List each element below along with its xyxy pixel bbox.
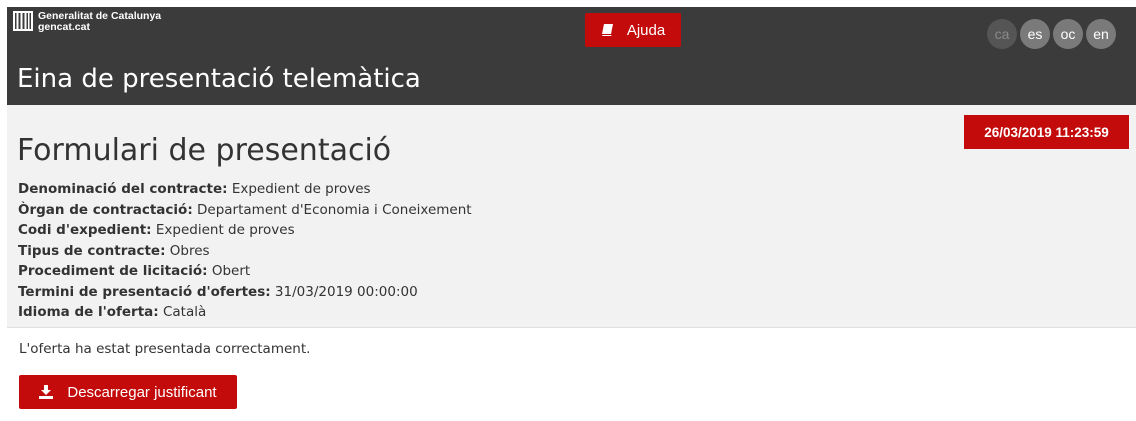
success-message: L'oferta ha estat presentada correctamen… bbox=[19, 341, 311, 357]
logo-line-2: gencat.cat bbox=[38, 21, 90, 33]
field-label: Tipus de contracte: bbox=[18, 242, 166, 259]
contract-info-panel: 26/03/2019 11:23:59 Formulari de present… bbox=[7, 105, 1136, 328]
contract-field-row: Termini de presentació d'ofertes: 31/03/… bbox=[18, 282, 472, 303]
contract-field-row: Idioma de l'oferta: Català bbox=[18, 302, 472, 323]
field-value: Obert bbox=[207, 263, 251, 279]
form-title: Formulari de presentació bbox=[17, 133, 392, 168]
generalitat-logo-icon bbox=[13, 11, 33, 31]
generalitat-logo[interactable]: Generalitat de Catalunya gencat.cat bbox=[13, 11, 161, 33]
field-value: 31/03/2019 00:00:00 bbox=[270, 283, 418, 300]
field-label: Òrgan de contractació: bbox=[18, 201, 193, 218]
field-value: Expedient de proves bbox=[151, 222, 295, 238]
language-oc-button[interactable]: oc bbox=[1053, 19, 1083, 49]
top-header: Generalitat de Catalunya gencat.cat Ajud… bbox=[7, 7, 1136, 105]
field-label: Procediment de licitació: bbox=[18, 263, 208, 279]
language-es-button[interactable]: es bbox=[1020, 19, 1050, 49]
contract-field-row: Codi d'expedient: Expedient de proves bbox=[18, 220, 472, 241]
field-value: Obres bbox=[165, 242, 210, 259]
contract-field-row: Òrgan de contractació: Departament d'Eco… bbox=[18, 200, 472, 221]
contract-fields: Denominació del contracte: Expedient de … bbox=[18, 179, 472, 323]
language-en-button[interactable]: en bbox=[1086, 19, 1116, 49]
field-label: Idioma de l'oferta: bbox=[18, 304, 159, 320]
language-ca-button[interactable]: ca bbox=[987, 19, 1017, 49]
field-label: Codi d'expedient: bbox=[18, 222, 152, 238]
language-selector: ca es oc en bbox=[987, 19, 1119, 49]
field-label: Denominació del contracte: bbox=[18, 181, 228, 197]
help-button[interactable]: Ajuda bbox=[585, 13, 681, 47]
logo-text: Generalitat de Catalunya gencat.cat bbox=[38, 11, 161, 33]
contract-field-row: Denominació del contracte: Expedient de … bbox=[18, 179, 472, 200]
contract-field-row: Procediment de licitació: Obert bbox=[18, 261, 472, 282]
contract-field-row: Tipus de contracte: Obres bbox=[18, 241, 472, 262]
field-value: Expedient de proves bbox=[227, 181, 371, 197]
field-value: Departament d'Economia i Coneixement bbox=[192, 201, 472, 218]
field-value: Català bbox=[158, 304, 207, 320]
help-label: Ajuda bbox=[626, 21, 666, 39]
download-label: Descarregar justificant bbox=[67, 383, 217, 401]
page: Generalitat de Catalunya gencat.cat Ajud… bbox=[7, 7, 1136, 421]
download-icon bbox=[39, 385, 54, 399]
book-icon bbox=[601, 24, 613, 36]
app-title: Eina de presentació telemàtica bbox=[17, 64, 421, 94]
datetime-badge: 26/03/2019 11:23:59 bbox=[964, 115, 1129, 149]
download-receipt-button[interactable]: Descarregar justificant bbox=[19, 375, 237, 409]
field-label: Termini de presentació d'ofertes: bbox=[18, 283, 271, 300]
